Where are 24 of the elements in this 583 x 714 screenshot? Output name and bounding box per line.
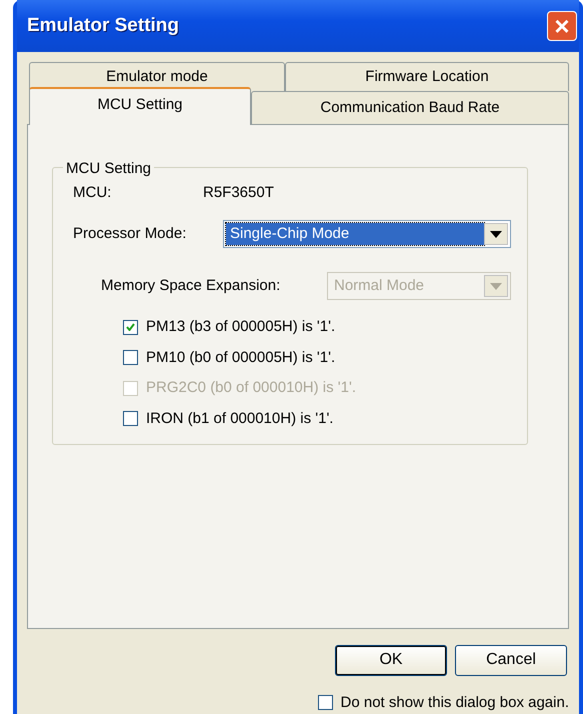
dropdown-arrow-icon bbox=[490, 282, 502, 290]
tab[interactable]: Communication Baud Rate bbox=[251, 91, 569, 124]
checkbox[interactable] bbox=[123, 320, 138, 335]
field-label: Processor Mode: bbox=[73, 224, 188, 244]
checkbox[interactable] bbox=[123, 350, 138, 366]
checkbox-label: PM10 (b0 of 000005H) is '1'. bbox=[146, 348, 336, 368]
checkbox[interactable] bbox=[318, 695, 333, 710]
dialog-button[interactable]: OK bbox=[335, 644, 447, 676]
dropdown-arrow-icon bbox=[490, 230, 502, 238]
dropdown[interactable]: Single-Chip Mode bbox=[223, 220, 511, 248]
field-label: MCU: bbox=[73, 182, 112, 202]
close-button[interactable]: × bbox=[547, 10, 577, 41]
checkbox[interactable] bbox=[123, 411, 138, 426]
checkbox-label: IRON (b1 of 000010H) is '1'. bbox=[146, 408, 334, 428]
checkbox-label: PRG2C0 (b0 of 000010H) is '1'. bbox=[146, 378, 356, 398]
window-title: Emulator Setting bbox=[27, 14, 180, 38]
tab[interactable]: MCU Setting bbox=[29, 87, 251, 124]
field-value: R5F3650T bbox=[203, 182, 274, 202]
checkmark-icon bbox=[126, 323, 135, 332]
checkbox-label: PM13 (b3 of 000005H) is '1'. bbox=[146, 317, 336, 337]
dialog-button[interactable]: Cancel bbox=[455, 644, 567, 676]
tab[interactable]: Firmware Location bbox=[285, 62, 569, 91]
checkbox-label: Do not show this dialog box again. bbox=[340, 692, 569, 712]
field-label: Memory Space Expansion: bbox=[101, 276, 282, 296]
